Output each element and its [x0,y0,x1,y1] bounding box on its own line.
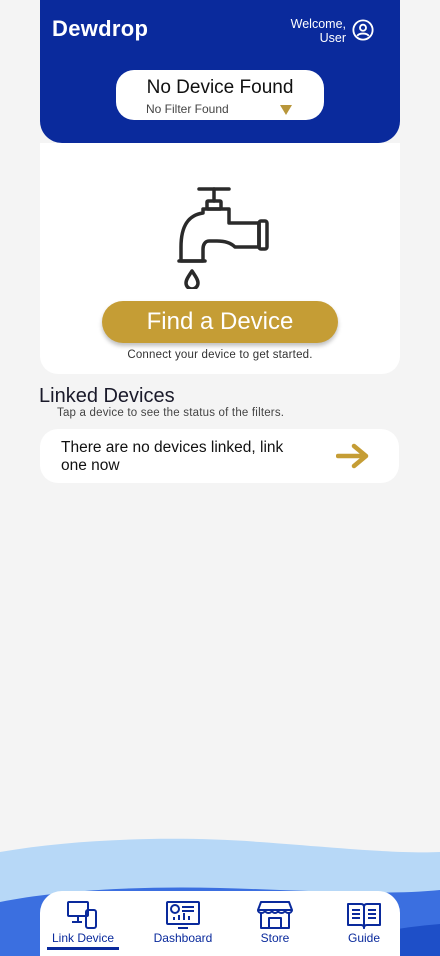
device-selector-subtitle: No Filter Found [146,102,229,116]
device-selector[interactable]: No Device Found No Filter Found [116,70,324,120]
tab-label: Dashboard [153,931,213,945]
device-selector-title: No Device Found [146,77,294,98]
tab-label: Link Device [51,931,115,945]
tab-dashboard[interactable]: Dashboard [140,891,226,956]
find-device-button[interactable]: Find a Device [102,301,338,343]
open-book-icon [347,903,381,929]
app-logo: Dewdrop [52,16,149,41]
user-circle-icon[interactable] [352,19,374,41]
storefront-icon [257,901,293,929]
dashboard-monitor-icon [166,901,200,929]
find-device-hint: Connect your device to get started. [127,349,313,361]
tab-store[interactable]: Store [240,891,310,956]
tab-label: Store [260,931,290,945]
app-header: Dewdrop Welcome, User No Device Found No… [40,0,400,143]
tab-guide[interactable]: Guide [328,891,400,956]
link-device-card[interactable]: There are no devices linked, link one no… [40,429,399,483]
tab-link-device[interactable]: Link Device [40,891,126,956]
triangle-down-icon[interactable] [280,105,292,115]
bottom-tab-bar: Link Device Dashboard Store Guide [40,891,400,956]
devices-icon [67,901,97,929]
faucet-icon [177,187,269,289]
find-device-card: Find a Device Connect your device to get… [40,143,400,374]
welcome-text: Welcome, User [290,17,346,45]
linked-devices-heading: Linked Devices [39,385,175,407]
no-devices-message: There are no devices linked, link one no… [61,439,284,474]
linked-devices-subtitle: Tap a device to see the status of the fi… [57,407,285,419]
tab-label: Guide [347,931,381,945]
active-tab-indicator [47,947,119,950]
arrow-right-icon[interactable] [336,443,370,469]
